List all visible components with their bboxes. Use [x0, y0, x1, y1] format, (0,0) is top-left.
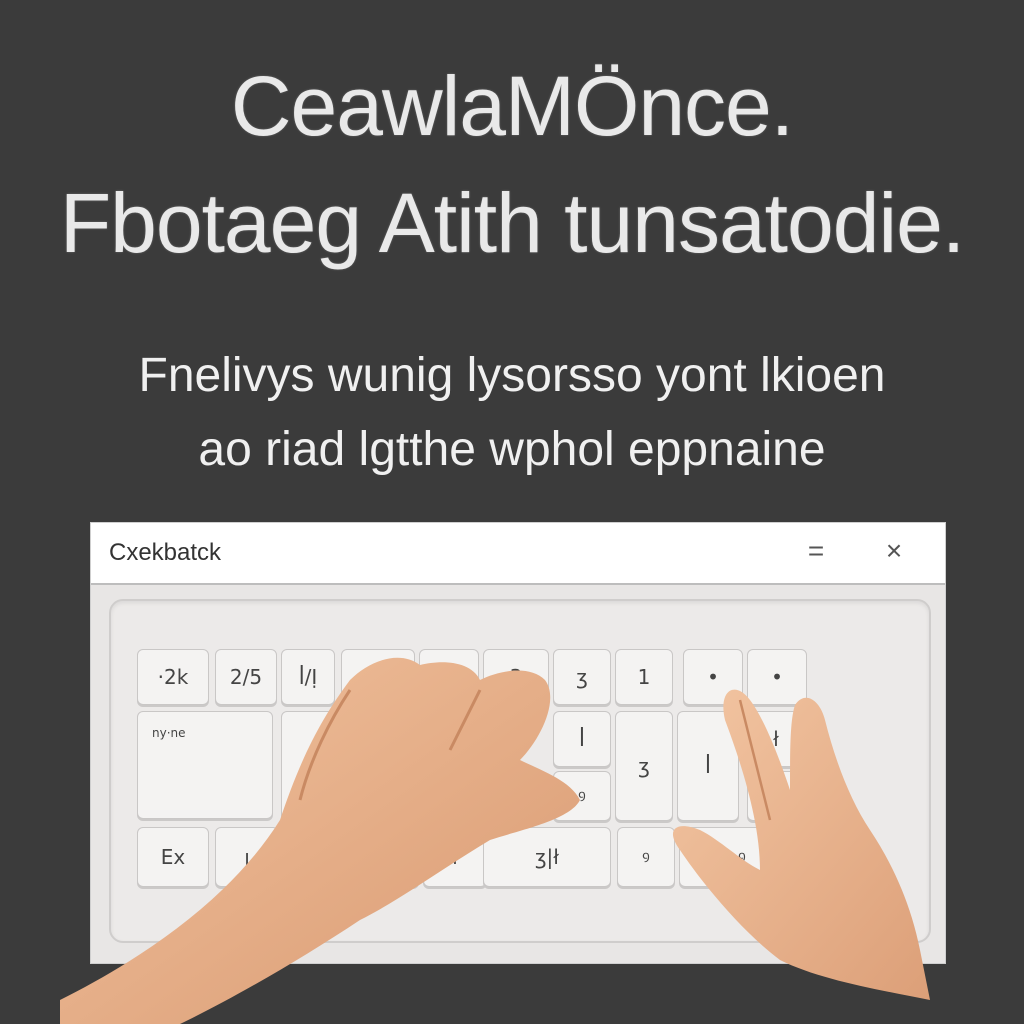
key[interactable]: •	[747, 649, 807, 705]
key[interactable]: ł	[419, 649, 479, 705]
key[interactable]: ʒ|ł	[483, 827, 611, 887]
menu-icon[interactable]: =	[799, 535, 833, 567]
key[interactable]: 2/5	[215, 649, 277, 705]
subheadline-line-1: Fnelivys wunig lysorsso yont lkioen	[138, 349, 886, 402]
key[interactable]: ꞁ	[215, 827, 279, 887]
key[interactable]	[747, 771, 805, 821]
key[interactable]: ʒ	[553, 649, 611, 705]
key[interactable]	[341, 649, 415, 705]
key[interactable]: ꟾ/Ị	[281, 649, 335, 705]
key[interactable]: ꝰ	[617, 827, 675, 887]
key[interactable]: ʒ	[615, 711, 673, 821]
keyboard-window: Cxekbatck = × ·2k 2/5 ꟾ/Ị ł 3 ʒ 1 • • ny…	[90, 522, 946, 964]
key[interactable]: ·2k	[137, 649, 209, 705]
window-titlebar[interactable]: Cxekbatck = ×	[91, 523, 945, 585]
headline-line-2: Fbotaeg Atith tunsatodie.	[59, 176, 965, 270]
key[interactable]: ł	[747, 711, 805, 767]
key[interactable]: ꟾ	[553, 711, 611, 767]
key[interactable]: ꝰ	[679, 827, 805, 887]
key[interactable]: ʒ	[283, 827, 347, 887]
key[interactable]: ny·ne	[137, 711, 273, 819]
close-icon[interactable]: ×	[877, 535, 911, 567]
key[interactable]: 1	[615, 649, 673, 705]
key[interactable]: ʒ	[351, 827, 419, 887]
window-title: Cxekbatck	[109, 539, 222, 566]
key[interactable]: Ex	[137, 827, 209, 887]
key[interactable]: 3	[483, 649, 549, 705]
headline-line-1: CeawlaMÖnce.	[230, 59, 794, 153]
key[interactable]: ł	[423, 827, 487, 887]
key[interactable]: ł	[281, 711, 339, 821]
subheadline-line-2: ao riad lgtthe wphol eppnaine	[198, 423, 826, 476]
keyboard-panel: ·2k 2/5 ꟾ/Ị ł 3 ʒ 1 • • ny·ne ł ꟾ ʒ ꟾ ł …	[109, 599, 931, 943]
key[interactable]: •	[683, 649, 743, 705]
key[interactable]: ꝰ	[553, 771, 611, 821]
key[interactable]: ꟾ	[677, 711, 739, 821]
